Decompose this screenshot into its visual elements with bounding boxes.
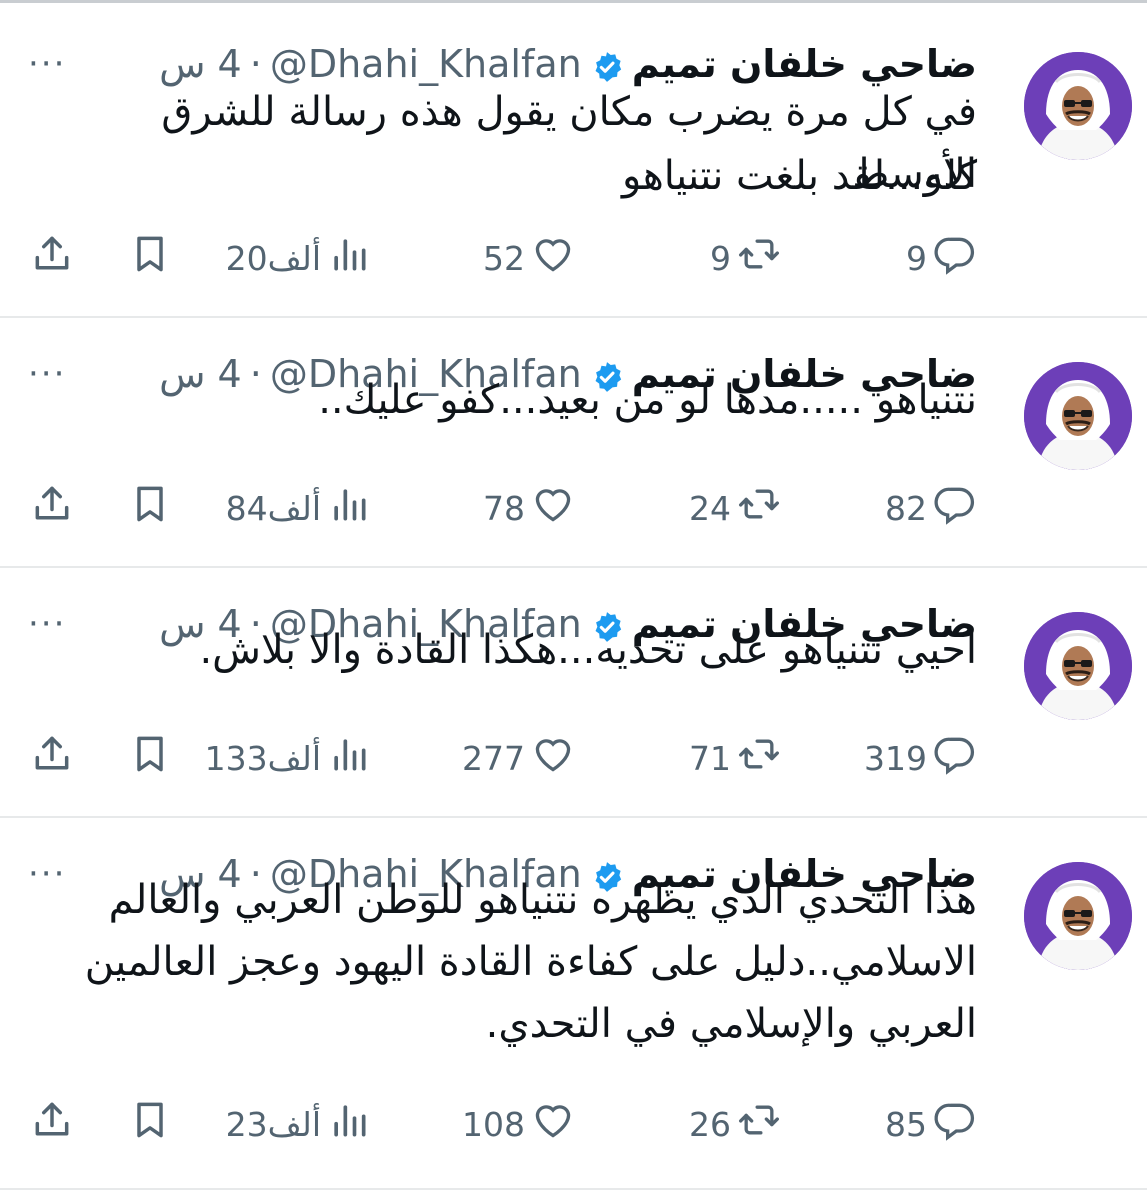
like-button[interactable]: 277 xyxy=(454,732,575,784)
retweet-icon xyxy=(737,1098,781,1150)
reply-button[interactable]: 9 xyxy=(898,232,977,284)
retweet-count: 26 xyxy=(689,1104,731,1144)
views-button[interactable]: 84ألف xyxy=(218,482,371,534)
action-bar: 319 71 277 133ألف xyxy=(0,732,1147,782)
tweet-text-line: هذا التحدي الذي يظهره نتنياهو للوطن العر… xyxy=(108,877,977,923)
avatar[interactable] xyxy=(1024,612,1132,720)
tweet[interactable]: ضاحي خلفان تميم @Dhahi_Khalfan · 4 س ··· في ك… xyxy=(0,8,1147,318)
tweet-divider xyxy=(0,1188,1147,1190)
retweet-button[interactable]: 24 xyxy=(681,482,781,534)
views-count: 133ألف xyxy=(204,738,321,778)
views-icon xyxy=(327,232,371,284)
reply-count: 9 xyxy=(906,238,927,278)
like-count: 78 xyxy=(483,488,525,528)
share-icon xyxy=(30,732,74,784)
tweet[interactable]: ضاحي خلفان تميم @Dhahi_Khalfan · 4 س ··· احيي… xyxy=(0,568,1147,818)
retweet-count: 71 xyxy=(689,738,731,778)
reply-count: 319 xyxy=(864,738,927,778)
retweet-count: 9 xyxy=(710,238,731,278)
like-button[interactable]: 108 xyxy=(454,1098,575,1150)
views-count: 20ألف xyxy=(225,238,321,278)
reply-count: 82 xyxy=(885,488,927,528)
views-icon xyxy=(327,1098,371,1150)
bookmark-button[interactable] xyxy=(128,732,172,784)
like-count: 108 xyxy=(462,1104,525,1144)
views-count: 84ألف xyxy=(225,488,321,528)
views-count: 23ألف xyxy=(225,1104,321,1144)
retweet-icon xyxy=(737,732,781,784)
reply-button[interactable]: 319 xyxy=(856,732,977,784)
share-button[interactable] xyxy=(30,482,74,534)
bookmark-icon xyxy=(128,732,172,784)
reply-count: 85 xyxy=(885,1104,927,1144)
action-bar: 85 26 108 23ألف xyxy=(0,1098,1147,1148)
share-icon xyxy=(30,1098,74,1150)
retweet-button[interactable]: 26 xyxy=(681,1098,781,1150)
top-divider xyxy=(0,0,1147,3)
bookmark-icon xyxy=(128,232,172,284)
retweet-count: 24 xyxy=(689,488,731,528)
tweet-text-line: نتنياهو .....مدها لو من بعيد...كفو عليك.… xyxy=(318,377,977,423)
heart-icon xyxy=(531,1098,575,1150)
reply-icon xyxy=(933,482,977,534)
bookmark-icon xyxy=(128,482,172,534)
avatar[interactable] xyxy=(1024,862,1132,970)
bookmark-button[interactable] xyxy=(128,1098,172,1150)
reply-icon xyxy=(933,1098,977,1150)
retweet-icon xyxy=(737,232,781,284)
tweet[interactable]: ضاحي خلفان تميم @Dhahi_Khalfan · 4 س ··· هذا … xyxy=(0,818,1147,1190)
reply-button[interactable]: 85 xyxy=(877,1098,977,1150)
views-button[interactable]: 20ألف xyxy=(218,232,371,284)
tweet-text-line: كله...لقد بلغت نتنياهو xyxy=(622,153,977,199)
share-icon xyxy=(30,482,74,534)
like-count: 277 xyxy=(462,738,525,778)
avatar[interactable] xyxy=(1024,362,1132,470)
heart-icon xyxy=(531,482,575,534)
avatar[interactable] xyxy=(1024,52,1132,160)
bookmark-icon xyxy=(128,1098,172,1150)
reply-icon xyxy=(933,732,977,784)
retweet-button[interactable]: 9 xyxy=(702,232,781,284)
like-button[interactable]: 52 xyxy=(475,232,575,284)
retweet-button[interactable]: 71 xyxy=(681,732,781,784)
heart-icon xyxy=(531,232,575,284)
views-icon xyxy=(327,732,371,784)
more-options-icon[interactable]: ··· xyxy=(28,44,66,84)
retweet-icon xyxy=(737,482,781,534)
action-bar: 9 9 52 20ألف xyxy=(0,232,1147,282)
views-button[interactable]: 23ألف xyxy=(218,1098,371,1150)
reply-icon xyxy=(933,232,977,284)
action-bar: 82 24 78 84ألف xyxy=(0,482,1147,532)
bookmark-button[interactable] xyxy=(128,232,172,284)
share-button[interactable] xyxy=(30,1098,74,1150)
share-button[interactable] xyxy=(30,232,74,284)
views-icon xyxy=(327,482,371,534)
views-button[interactable]: 133ألف xyxy=(197,732,371,784)
bookmark-button[interactable] xyxy=(128,482,172,534)
like-button[interactable]: 78 xyxy=(475,482,575,534)
share-icon xyxy=(30,232,74,284)
tweet-text-line: الاسلامي..دليل على كفاءة القادة اليهود و… xyxy=(84,939,977,985)
heart-icon xyxy=(531,732,575,784)
share-button[interactable] xyxy=(30,732,74,784)
verified-badge-icon xyxy=(590,47,624,82)
like-count: 52 xyxy=(483,238,525,278)
tweet-text-line: احيي نتنياهو على تحديه...هكذا القادة وال… xyxy=(199,627,977,673)
tweet[interactable]: ضاحي خلفان تميم @Dhahi_Khalfan · 4 س ··· نتني… xyxy=(0,318,1147,568)
tweet-text-line: العربي والإسلامي في التحدي. xyxy=(485,1001,977,1047)
reply-button[interactable]: 82 xyxy=(877,482,977,534)
